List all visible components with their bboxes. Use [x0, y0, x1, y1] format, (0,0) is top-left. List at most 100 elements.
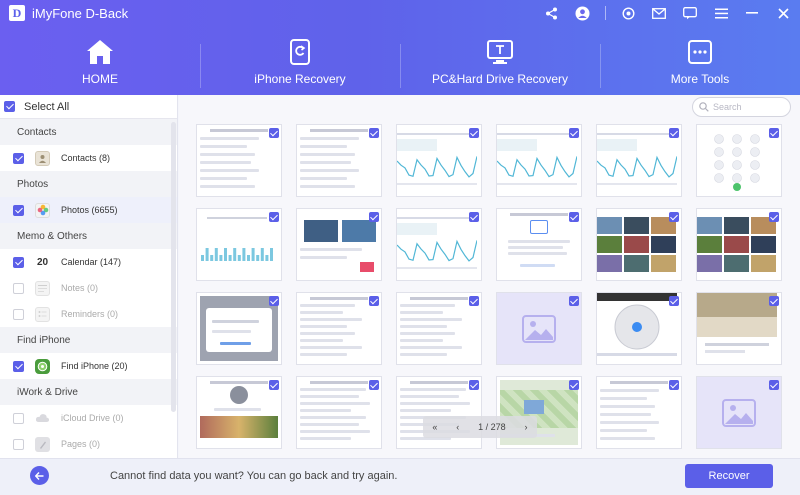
settings-icon[interactable]	[619, 4, 637, 22]
thumbnail-checkbox[interactable]	[669, 128, 679, 138]
thumbnail-checkbox[interactable]	[369, 128, 379, 138]
recover-button[interactable]: Recover	[685, 464, 773, 488]
notes-checkbox[interactable]	[13, 282, 24, 294]
tab-home[interactable]: HOME	[0, 26, 200, 95]
photo-thumbnail[interactable]	[196, 124, 282, 197]
thumbnail-checkbox[interactable]	[469, 296, 479, 306]
thumbnail-checkbox[interactable]	[769, 128, 779, 138]
thumbnail-checkbox[interactable]	[569, 380, 579, 390]
photo-thumbnail[interactable]	[396, 208, 482, 281]
find-iphone-icon	[35, 358, 50, 374]
thumbnail-checkbox[interactable]	[769, 296, 779, 306]
prev-page-icon[interactable]: ‹	[456, 422, 459, 432]
pages-checkbox[interactable]	[13, 438, 24, 450]
photo-thumbnail[interactable]	[496, 292, 582, 365]
photo-thumbnail[interactable]	[496, 376, 582, 449]
photo-thumbnail[interactable]	[696, 292, 782, 365]
share-icon[interactable]	[542, 4, 560, 22]
sidebar-item-notes[interactable]: Notes (0)	[0, 275, 177, 301]
thumbnail-checkbox[interactable]	[269, 296, 279, 306]
photo-thumbnail[interactable]	[596, 208, 682, 281]
photo-thumbnail[interactable]	[296, 124, 382, 197]
sidebar-item-reminders[interactable]: Reminders (0)	[0, 301, 177, 327]
photo-thumbnail[interactable]	[496, 208, 582, 281]
feedback-icon[interactable]	[681, 4, 699, 22]
photo-thumbnail[interactable]	[596, 124, 682, 197]
thumbnail-checkbox[interactable]	[769, 380, 779, 390]
thumbnail-checkbox[interactable]	[369, 380, 379, 390]
thumbnail-checkbox[interactable]	[669, 380, 679, 390]
thumbnail-checkbox[interactable]	[269, 380, 279, 390]
app-title: iMyFone D-Back	[32, 6, 129, 21]
thumbnail-checkbox[interactable]	[569, 296, 579, 306]
select-all-row[interactable]: Select All	[0, 95, 177, 119]
photo-thumbnail[interactable]	[296, 208, 382, 281]
photo-thumbnail[interactable]	[396, 376, 482, 449]
photo-thumbnail[interactable]	[596, 292, 682, 365]
select-all-checkbox[interactable]	[4, 101, 15, 112]
sidebar-item-label: Calendar (147)	[61, 257, 122, 267]
thumbnail-checkbox[interactable]	[669, 212, 679, 222]
photo-thumbnail[interactable]	[696, 208, 782, 281]
thumbnail-checkbox[interactable]	[669, 296, 679, 306]
photo-thumbnail[interactable]	[696, 376, 782, 449]
thumbnail-checkbox[interactable]	[769, 212, 779, 222]
account-icon[interactable]	[573, 4, 591, 22]
tab-pc-drive-recovery-label: PC&Hard Drive Recovery	[431, 72, 569, 86]
thumbnail-checkbox[interactable]	[269, 128, 279, 138]
thumbnail-checkbox[interactable]	[469, 212, 479, 222]
sidebar-item-find-iphone[interactable]: Find iPhone (20)	[0, 353, 177, 379]
search-icon	[699, 102, 709, 112]
photos-checkbox[interactable]	[13, 204, 24, 216]
reminders-checkbox[interactable]	[13, 308, 24, 320]
photo-thumbnail[interactable]	[196, 292, 282, 365]
photo-thumbnail[interactable]	[396, 124, 482, 197]
sidebar-item-contacts[interactable]: Contacts (8)	[0, 145, 177, 171]
thumbnail-checkbox[interactable]	[569, 128, 579, 138]
thumbnail-checkbox[interactable]	[369, 212, 379, 222]
back-button[interactable]	[30, 466, 49, 485]
minimize-icon[interactable]	[743, 4, 761, 22]
section-find-iphone: Find iPhone	[0, 327, 177, 353]
calendar-checkbox[interactable]	[13, 256, 24, 268]
thumbnail-checkbox[interactable]	[469, 380, 479, 390]
photo-thumbnail[interactable]	[196, 376, 282, 449]
sidebar-item-photos[interactable]: Photos (6655)	[0, 197, 177, 223]
sidebar-item-pages[interactable]: Pages (0)	[0, 431, 177, 457]
thumbnail-checkbox[interactable]	[369, 296, 379, 306]
home-icon	[86, 38, 114, 66]
sidebar-item-calendar[interactable]: 20 Calendar (147)	[0, 249, 177, 275]
page-indicator: 1 / 278	[478, 422, 506, 432]
tab-pc-drive-recovery[interactable]: PC&Hard Drive Recovery	[400, 26, 600, 95]
tab-iphone-recovery-label: iPhone Recovery	[254, 72, 346, 86]
contacts-checkbox[interactable]	[13, 152, 24, 164]
photo-thumbnail[interactable]	[296, 292, 382, 365]
footer-bar: Cannot find data you want? You can go ba…	[0, 458, 800, 495]
first-page-icon[interactable]: «	[432, 422, 437, 432]
category-sidebar: Select All Contacts Contacts (8) Photos …	[0, 95, 178, 458]
section-contacts: Contacts	[0, 119, 177, 145]
thumbnail-checkbox[interactable]	[469, 128, 479, 138]
photo-thumbnail[interactable]	[196, 208, 282, 281]
photo-thumbnail[interactable]	[596, 376, 682, 449]
thumbnail-checkbox[interactable]	[569, 212, 579, 222]
search-box[interactable]	[692, 97, 791, 117]
sidebar-item-icloud-drive[interactable]: iCloud Drive (0)	[0, 405, 177, 431]
section-iwork-drive: iWork & Drive	[0, 379, 177, 405]
next-page-icon[interactable]: ›	[525, 422, 528, 432]
menu-icon[interactable]	[712, 4, 730, 22]
search-input[interactable]	[713, 102, 783, 112]
photo-thumbnail[interactable]	[296, 376, 382, 449]
photo-thumbnail[interactable]	[496, 124, 582, 197]
tab-more-tools[interactable]: More Tools	[600, 26, 800, 95]
photo-thumbnail[interactable]	[396, 292, 482, 365]
close-icon[interactable]	[774, 4, 792, 22]
thumbnail-checkbox[interactable]	[269, 212, 279, 222]
mail-icon[interactable]	[650, 4, 668, 22]
section-memo-others: Memo & Others	[0, 223, 177, 249]
photo-thumbnail[interactable]	[696, 124, 782, 197]
icloud-drive-checkbox[interactable]	[13, 412, 24, 424]
sidebar-scrollbar[interactable]	[171, 122, 176, 412]
find-iphone-checkbox[interactable]	[13, 360, 24, 372]
tab-iphone-recovery[interactable]: iPhone Recovery	[200, 26, 400, 95]
